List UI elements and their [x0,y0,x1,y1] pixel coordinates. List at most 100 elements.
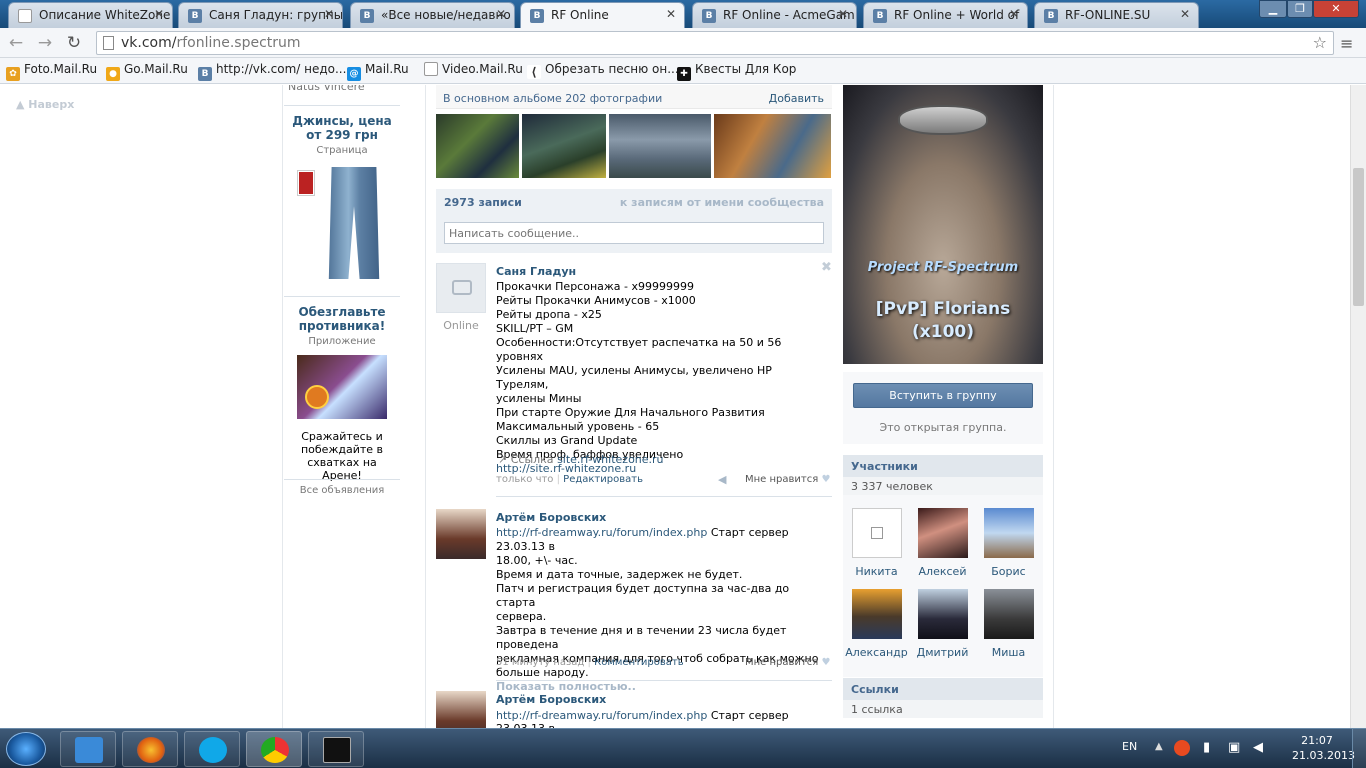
bookmark-foto-mail[interactable]: ✿ Foto.Mail.Ru [6,62,97,81]
game-taskbar-button[interactable] [308,731,364,767]
menu-icon[interactable]: ≡ [1340,34,1356,53]
avatar[interactable] [436,691,486,728]
close-icon[interactable]: ✕ [1009,7,1019,21]
tab-6[interactable]: В RF Online + World of ✕ [863,2,1028,28]
like-button[interactable]: Мне нравится ♥ [745,474,830,485]
minimize-icon[interactable]: ▁ [1259,0,1287,18]
add-photo-link[interactable]: Добавить [769,92,824,105]
tab-3[interactable]: В «Все новые/недавно ✕ [350,2,515,28]
close-icon[interactable]: ✕ [666,7,676,21]
member-name[interactable]: Дмитрий [909,646,976,659]
post-author[interactable]: Саня Гладун [496,265,576,278]
member-name[interactable]: Никита [843,565,910,578]
close-icon[interactable]: ✕ [838,7,848,21]
member-name[interactable]: Миша [975,646,1042,659]
delete-post-icon[interactable]: ✖ [821,260,832,275]
member-avatar[interactable] [852,508,902,558]
bookmark-go-mail[interactable]: ● Go.Mail.Ru [106,62,188,81]
member-avatar[interactable] [984,508,1034,558]
avatar[interactable] [436,263,486,313]
close-icon[interactable]: ✕ [1180,7,1190,21]
post-time[interactable]: только что [496,474,553,485]
show-more-link[interactable]: Показать полностью.. [496,680,826,694]
tab-1[interactable]: Описание WhiteZone ✕ [8,2,173,28]
show-desktop-button[interactable] [1352,729,1366,768]
tab-7[interactable]: В RF-ONLINE.SU ✕ [1034,2,1199,28]
star-icon[interactable]: ☆ [1313,33,1327,52]
links-count[interactable]: 1 ссылка [851,703,903,716]
jeans-image[interactable] [297,167,388,279]
member-avatar[interactable] [918,508,968,558]
windows-taskbar: EN ▲ ▮ ▣ ◀ 21:07 21.03.2013 [0,728,1366,768]
url-input[interactable]: vk.com/rfonline.spectrum ☆ [96,31,1334,55]
chrome-taskbar-button[interactable] [246,731,302,767]
post-attachment[interactable]: ↗ Ссылка site.rf-whitezone.ru [498,453,664,466]
all-ads-link[interactable]: Все объявления [284,485,400,496]
bookmark-mail-ru[interactable]: @ Mail.Ru [347,62,409,81]
reload-icon[interactable]: ↻ [64,33,84,53]
group-banner[interactable]: Project RF-Spectrum [PvP] Florians (x100… [843,85,1043,364]
album-count-text[interactable]: В основном альбоме 202 фотографии [443,92,662,105]
close-icon[interactable]: ✕ [496,7,506,21]
ad-jeans-title[interactable]: Джинсы, цена от 299 грн [284,114,400,142]
post-link[interactable]: http://rf-dreamway.ru/forum/index.php [496,709,707,722]
tab-5[interactable]: В RF Online - AcmeGam ✕ [692,2,857,28]
start-button[interactable] [6,732,46,766]
ad-arena[interactable]: Обезглавьте противника! Приложение [284,305,400,347]
explorer-taskbar-button[interactable] [60,731,116,767]
avatar[interactable] [436,509,486,559]
post-time[interactable]: 51 минуту назад [496,657,584,668]
ad-arena-title[interactable]: Обезглавьте противника! [284,305,400,333]
firefox-taskbar-button[interactable] [122,731,178,767]
close-icon[interactable]: ✕ [154,7,164,21]
like-button[interactable]: Мне нравится ♥ [745,657,830,668]
maximize-icon[interactable]: ❐ [1287,0,1313,18]
back-to-top-link[interactable]: ▲ Наверх [16,98,74,111]
bookmark-video-mail[interactable]: Video.Mail.Ru [424,62,523,76]
member-avatar[interactable] [852,589,902,639]
wall-post-count[interactable]: 2973 записи [444,196,522,209]
bookmark-quests[interactable]: ✚ Квесты Для Кор [677,62,796,81]
device-icon[interactable]: ▣ [1228,740,1240,755]
tab-2[interactable]: В Саня Гладун: группы ✕ [178,2,343,28]
edit-post-link[interactable]: Редактировать [563,474,643,485]
tray-app-icon[interactable] [1174,740,1190,756]
megaphone-icon[interactable]: ◀ [718,473,726,486]
language-indicator[interactable]: EN [1122,740,1137,753]
member-avatar[interactable] [918,589,968,639]
post-author[interactable]: Артём Боровских [496,511,606,524]
community-posts-link[interactable]: к записям от имени сообщества [620,196,824,209]
tray-expand-icon[interactable]: ▲ [1155,741,1163,752]
close-window-icon[interactable]: ✕ [1313,0,1359,18]
album-photo-2[interactable] [522,114,606,178]
network-icon[interactable]: ▮ [1203,740,1210,755]
album-photo-3[interactable] [609,114,711,178]
ad-jeans[interactable]: Джинсы, цена от 299 грн Страница [284,114,400,156]
skype-taskbar-button[interactable] [184,731,240,767]
bookmark-cut-song[interactable]: ⟨ Обрезать песню он... [527,62,679,79]
members-title[interactable]: Участники [851,460,918,473]
post-link[interactable]: http://rf-dreamway.ru/forum/index.php [496,526,707,539]
new-post-input[interactable] [444,222,824,244]
tab-4-active[interactable]: В RF Online ✕ [520,2,685,28]
bookmark-vk[interactable]: Вhttp://vk.com/ недо... [198,62,346,81]
member-name[interactable]: Алексей [909,565,976,578]
join-group-button[interactable]: Вступить в группу [853,383,1033,408]
album-photo-4[interactable] [714,114,831,178]
member-name[interactable]: Александр [843,646,910,659]
comment-link[interactable]: Комментировать [594,657,684,668]
album-photo-1[interactable] [436,114,519,178]
volume-icon[interactable]: ◀ [1253,740,1263,755]
member-name[interactable]: Борис [975,565,1042,578]
links-title[interactable]: Ссылки [851,683,899,696]
close-icon[interactable]: ✕ [324,7,334,21]
member-avatar[interactable] [984,589,1034,639]
forward-arrow-icon[interactable]: → [35,33,55,53]
post-author[interactable]: Артём Боровских [496,693,606,706]
system-clock[interactable]: 21:07 21.03.2013 [1292,733,1355,763]
scrollbar-thumb[interactable] [1353,168,1364,306]
members-count[interactable]: 3 337 человек [851,480,933,493]
page-scrollbar[interactable] [1350,85,1366,728]
arena-game-image[interactable] [297,355,387,419]
back-arrow-icon[interactable]: ← [6,33,26,53]
